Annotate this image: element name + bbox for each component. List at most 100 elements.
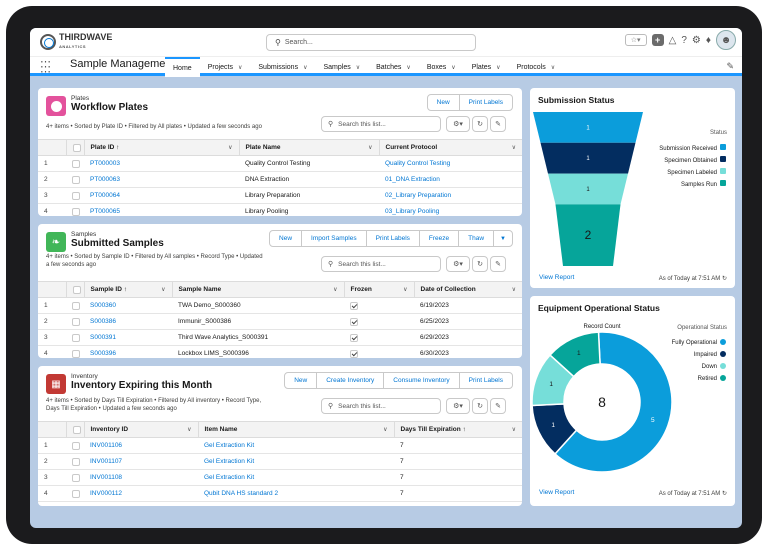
plate-id-link[interactable]: PT000065 [84, 203, 239, 216]
row-select-checkbox[interactable] [66, 469, 84, 486]
samples-print-labels-button[interactable]: Print Labels [365, 230, 420, 247]
column-header-sample-id[interactable]: Sample ID ↑ ∨ [83, 281, 172, 298]
inventory-search-input[interactable]: ⚲ Search this list... [321, 398, 441, 414]
plates-settings-button[interactable]: ⚙ ▾ [446, 116, 470, 132]
tab-boxes[interactable]: Boxes ∨ [419, 57, 464, 77]
samples-refresh-button[interactable]: ↻ [472, 256, 488, 272]
chevron-down-icon[interactable]: ∨ [551, 64, 555, 71]
chevron-down-icon[interactable]: ∨ [512, 426, 516, 433]
item-name-link[interactable]: Qubit DNA HS standard 2 [198, 485, 394, 502]
column-header-frozen[interactable]: Frozen ∨ [343, 281, 414, 298]
samples-settings-button[interactable]: ⚙ ▾ [446, 256, 470, 272]
current-protocol-link[interactable]: Quality Control Testing [379, 155, 522, 172]
inventory-id-link[interactable]: INV001106 [84, 437, 198, 454]
column-header-plate-name[interactable]: Plate Name ∨ [238, 139, 379, 156]
gear-icon[interactable]: ⚙ [692, 35, 701, 46]
chevron-down-icon[interactable]: ∨ [406, 64, 410, 71]
chevron-down-icon[interactable]: ∨ [238, 64, 242, 71]
equipment-view-report-link[interactable]: View Report [539, 489, 574, 496]
item-name-link[interactable]: Gel Extraction Kit [198, 437, 394, 454]
column-header-current-protocol[interactable]: Current Protocol ∨ [378, 139, 522, 156]
column-header-item-name[interactable]: Item Name ∨ [197, 421, 394, 438]
chevron-down-icon[interactable]: ∨ [303, 64, 307, 71]
select-all-checkbox[interactable] [65, 139, 84, 156]
chevron-down-icon[interactable]: ∨ [451, 64, 455, 71]
sample-id-link[interactable]: S000360 [84, 297, 172, 314]
chevron-down-icon[interactable]: ∨ [403, 286, 407, 293]
tab-samples[interactable]: Samples ∨ [315, 57, 368, 77]
chevron-down-icon[interactable]: ∨ [383, 426, 387, 433]
chevron-down-icon[interactable]: ∨ [161, 286, 165, 293]
tab-projects[interactable]: Projects ∨ [200, 57, 251, 77]
global-actions-icon[interactable]: + [651, 34, 664, 46]
chevron-down-icon[interactable]: ∨ [333, 286, 337, 293]
tab-home[interactable]: Home [165, 57, 200, 77]
inventory-id-link[interactable]: INV001107 [84, 453, 198, 470]
item-name-link[interactable]: Gel Extraction Kit [198, 469, 394, 486]
plates-new-button[interactable]: New [426, 94, 460, 111]
column-header-inventory-id[interactable]: Inventory ID ∨ [83, 421, 198, 438]
row-select-checkbox[interactable] [66, 345, 84, 358]
samples-edit-button[interactable]: ✎ [490, 256, 506, 272]
current-protocol-link[interactable]: 02_Library Preparation [379, 187, 522, 204]
row-select-checkbox[interactable] [66, 313, 84, 330]
edit-nav-icon[interactable]: ✎ [726, 61, 734, 72]
plates-print-labels-button[interactable]: Print Labels [458, 94, 513, 111]
create-inventory-button[interactable]: Create Inventory [316, 372, 385, 389]
global-search-input[interactable]: ⚲ Search... [266, 34, 476, 51]
tab-batches[interactable]: Batches ∨ [368, 57, 419, 77]
help-icon[interactable]: ? [681, 35, 687, 46]
freeze-button[interactable]: Freeze [418, 230, 460, 247]
plates-edit-button[interactable]: ✎ [490, 116, 506, 132]
inventory-new-button[interactable]: New [284, 372, 318, 389]
import-samples-button[interactable]: Import Samples [301, 230, 367, 247]
more-actions-button[interactable]: ▼ [493, 230, 513, 247]
inventory-print-labels-button[interactable]: Print Labels [458, 372, 513, 389]
refresh-icon[interactable]: ↻ [722, 276, 727, 282]
inventory-settings-button[interactable]: ⚙ ▾ [446, 398, 470, 414]
plates-refresh-button[interactable]: ↻ [472, 116, 488, 132]
item-name-link[interactable]: Gel Extraction Kit [198, 453, 394, 470]
row-select-checkbox[interactable] [66, 485, 84, 502]
app-logo[interactable]: THIRDWAVE ANALYTICS [40, 33, 112, 51]
sample-id-link[interactable]: S000396 [84, 345, 172, 358]
tab-protocols[interactable]: Protocols ∨ [509, 57, 564, 77]
row-select-checkbox[interactable] [66, 453, 84, 470]
sample-id-link[interactable]: S000386 [84, 313, 172, 330]
plate-id-link[interactable]: PT000063 [84, 171, 239, 188]
favorites-button[interactable]: ☆ ▾ [624, 34, 647, 46]
current-protocol-link[interactable]: 03_Library Pooling [379, 203, 522, 216]
row-select-checkbox[interactable] [66, 329, 84, 346]
select-all-checkbox[interactable] [65, 281, 84, 298]
app-launcher-icon[interactable]: ⋯ ⋯ ⋯ [40, 57, 52, 78]
submission-view-report-link[interactable]: View Report [539, 274, 574, 281]
row-select-checkbox[interactable] [66, 203, 84, 216]
avatar[interactable]: ☻ [716, 30, 736, 50]
thaw-button[interactable]: Thaw [458, 230, 495, 247]
row-select-checkbox[interactable] [66, 297, 84, 314]
column-header-sample-name[interactable]: Sample Name ∨ [171, 281, 344, 298]
refresh-icon[interactable]: ↻ [722, 491, 727, 497]
inventory-id-link[interactable]: INV001108 [84, 469, 198, 486]
plate-id-link[interactable]: PT000003 [84, 155, 239, 172]
select-all-checkbox[interactable] [65, 421, 84, 438]
consume-inventory-button[interactable]: Consume Inventory [383, 372, 460, 389]
trailhead-icon[interactable]: △ [669, 35, 677, 46]
sample-id-link[interactable]: S000391 [84, 329, 172, 346]
inventory-refresh-button[interactable]: ↻ [472, 398, 488, 414]
plates-search-input[interactable]: ⚲ Search this list... [321, 116, 441, 132]
chevron-down-icon[interactable]: ∨ [368, 144, 372, 151]
row-select-checkbox[interactable] [66, 187, 84, 204]
column-header-date-of-collection[interactable]: Date of Collection ∨ [413, 281, 522, 298]
chevron-down-icon[interactable]: ∨ [228, 144, 232, 151]
chevron-down-icon[interactable]: ∨ [356, 64, 360, 71]
plate-id-link[interactable]: PT000064 [84, 187, 239, 204]
bell-icon[interactable]: ♦ [706, 35, 711, 46]
tab-plates[interactable]: Plates ∨ [464, 57, 509, 77]
inventory-edit-button[interactable]: ✎ [490, 398, 506, 414]
samples-new-button[interactable]: New [269, 230, 303, 247]
column-header-days-till-expiration[interactable]: Days Till Expiration ↑ ∨ [393, 421, 522, 438]
inventory-id-link[interactable]: INV000112 [84, 485, 198, 502]
chevron-down-icon[interactable]: ∨ [187, 426, 191, 433]
chevron-down-icon[interactable]: ∨ [512, 144, 516, 151]
